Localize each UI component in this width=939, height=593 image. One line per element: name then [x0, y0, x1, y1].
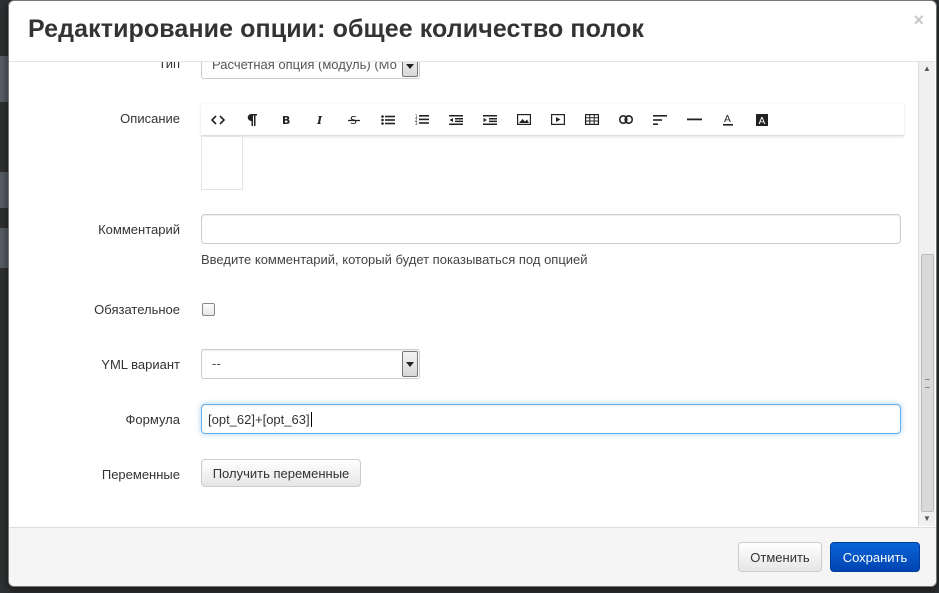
save-button[interactable]: Сохранить [830, 542, 920, 572]
modal-header: Редактирование опции: общее количество п… [9, 1, 936, 62]
modal-scrollbar[interactable]: ▲ ▼ [918, 62, 935, 526]
editor-toolbar: B I S 123 A A [201, 104, 904, 136]
svg-text:A: A [724, 114, 731, 125]
modal-body: Тип Расчетная опция (модуль) (Мо Описани… [9, 62, 919, 526]
image-icon[interactable] [507, 104, 541, 135]
video-icon[interactable] [541, 104, 575, 135]
text-caret [310, 412, 312, 427]
table-icon[interactable] [575, 104, 609, 135]
formula-input[interactable]: [opt_62]+[opt_63] [201, 404, 901, 434]
background-color-icon[interactable]: A [745, 104, 779, 135]
svg-text:I: I [316, 114, 323, 125]
outdent-icon[interactable] [439, 104, 473, 135]
italic-icon[interactable]: I [303, 104, 337, 135]
code-view-icon[interactable] [201, 104, 235, 135]
variables-label: Переменные [101, 467, 180, 482]
chevron-down-icon [402, 351, 418, 377]
svg-text:B: B [282, 114, 290, 125]
link-icon[interactable] [609, 104, 643, 135]
type-select-value: Расчетная опция (модуль) (Мо [212, 62, 397, 72]
paragraph-icon[interactable] [235, 104, 269, 135]
comment-label: Комментарий [98, 222, 180, 237]
yml-variant-select[interactable]: -- [201, 349, 420, 379]
background-fragment [0, 172, 8, 208]
formula-input-value: [opt_62]+[opt_63] [208, 412, 312, 427]
comment-help-text: Введите комментарий, который будет показ… [201, 252, 588, 267]
yml-variant-value: -- [212, 356, 221, 371]
required-checkbox[interactable] [202, 303, 215, 316]
strikethrough-icon[interactable]: S [337, 104, 371, 135]
modal-footer: Отменить Сохранить [9, 527, 936, 586]
scroll-up-icon[interactable]: ▲ [919, 62, 935, 76]
scrollbar-grip [925, 379, 930, 388]
unordered-list-icon[interactable] [371, 104, 405, 135]
edit-option-modal: Редактирование опции: общее количество п… [8, 0, 937, 587]
chevron-down-icon [402, 62, 418, 77]
bold-icon[interactable]: B [269, 104, 303, 135]
indent-icon[interactable] [473, 104, 507, 135]
horizontal-rule-icon[interactable] [677, 104, 711, 135]
description-editor[interactable] [201, 136, 243, 190]
close-icon[interactable]: × [913, 11, 924, 29]
svg-text:3: 3 [415, 121, 418, 125]
scroll-down-icon[interactable]: ▼ [919, 512, 935, 526]
type-label: Тип [158, 62, 180, 71]
get-variables-button[interactable]: Получить переменные [201, 459, 361, 487]
modal-title: Редактирование опции: общее количество п… [28, 15, 645, 43]
yml-variant-label: YML вариант [101, 357, 180, 372]
formula-label: Формула [125, 412, 180, 427]
comment-input[interactable] [201, 214, 901, 244]
background-fragment [0, 56, 8, 102]
cancel-button[interactable]: Отменить [738, 542, 822, 572]
font-color-icon[interactable]: A [711, 104, 745, 135]
scrollbar-thumb[interactable] [921, 254, 934, 512]
align-icon[interactable] [643, 104, 677, 135]
ordered-list-icon[interactable]: 123 [405, 104, 439, 135]
type-select[interactable]: Расчетная опция (модуль) (Мо [201, 62, 420, 79]
background-fragment [0, 228, 8, 268]
required-label: Обязательное [94, 302, 180, 317]
svg-text:A: A [759, 116, 766, 126]
description-label: Описание [120, 111, 180, 126]
